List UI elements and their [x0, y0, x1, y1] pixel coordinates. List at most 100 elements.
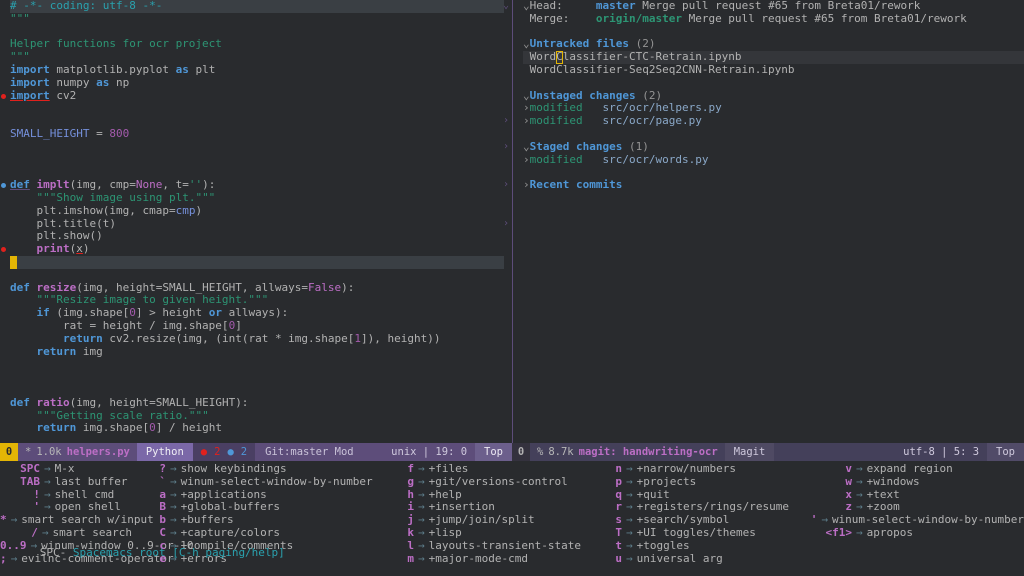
code-line[interactable] — [10, 102, 504, 115]
fringe-continuation-icon: › — [503, 115, 509, 128]
which-key-key: w — [810, 476, 852, 489]
which-key-key: ? — [132, 463, 166, 476]
which-key-description: universal arg — [637, 553, 723, 566]
which-key-entry[interactable]: u→universal arg — [598, 553, 810, 566]
flycheck-status[interactable]: ●2 ●2 — [193, 443, 255, 461]
which-key-arrow-icon: → — [622, 463, 637, 476]
which-key-arrow-icon: → — [414, 463, 429, 476]
which-key-description: layouts-transient-state — [429, 540, 581, 553]
which-key-footer: SPC- Spacemacs root [C-h paging/help] — [0, 535, 285, 573]
which-key-description: +toggles — [637, 540, 690, 553]
code-line[interactable] — [10, 141, 504, 154]
which-key-entry[interactable]: n→+narrow/numbers — [598, 463, 810, 476]
which-key-arrow-icon: → — [622, 476, 637, 489]
which-key-key: k — [390, 527, 414, 540]
code-line[interactable] — [10, 435, 504, 443]
which-key-entry[interactable]: TAB→last buffer — [0, 476, 132, 489]
code-line[interactable]: return img.shape[0] / height — [10, 422, 504, 435]
which-key-entry[interactable]: t→+toggles — [598, 540, 810, 553]
which-key-entry[interactable]: l→layouts-transient-state — [390, 540, 598, 553]
code-line[interactable]: print(x) — [10, 243, 504, 256]
version-control-status[interactable]: Git:master Mod — [255, 446, 364, 459]
which-key-key: SPC — [0, 463, 40, 476]
which-key-entry[interactable]: `→winum-select-window-by-number — [132, 476, 390, 489]
magit-item-row[interactable]: ›modified src/ocr/words.py — [523, 154, 1024, 167]
error-marker-icon — [1, 247, 6, 252]
buffer-size-right: 8.7k — [548, 446, 573, 459]
magit-item-row[interactable]: ›modified src/ocr/page.py — [523, 115, 1024, 128]
buffer-info-left[interactable]: * 1.0k helpers.py — [18, 443, 137, 461]
which-key-key: ` — [132, 476, 166, 489]
encoding-and-position-right: utf-8 | 5: 3 — [895, 446, 987, 459]
text-cursor — [10, 256, 17, 269]
which-key-entry[interactable]: SPC→M-x — [0, 463, 132, 476]
which-key-key: u — [598, 553, 622, 566]
which-key-entry[interactable]: f→+files — [390, 463, 598, 476]
major-mode-left[interactable]: Python — [137, 443, 193, 461]
buffer-name: helpers.py — [67, 446, 130, 459]
which-key-arrow-icon: → — [414, 527, 429, 540]
error-count-icon: ● — [201, 446, 207, 459]
mode-lines: 0 * 1.0k helpers.py Python ●2 ●2 Git:mas… — [0, 443, 1024, 461]
code-line[interactable] — [10, 154, 504, 167]
buffer-name-right: magit: handwriting-ocr — [579, 446, 718, 459]
which-key-entry[interactable]: g→+git/versions-control — [390, 476, 598, 489]
which-key-entry[interactable]: p→+projects — [598, 476, 810, 489]
buffer-readonly-marker: % — [537, 446, 543, 459]
which-key-key: * — [0, 514, 7, 527]
magit-buffer[interactable]: ⌄Head: master Merge pull request #65 fro… — [523, 0, 1024, 192]
error-marker-icon — [1, 94, 6, 99]
which-key-arrow-icon: → — [40, 476, 55, 489]
which-key-entry[interactable]: k→+lisp — [390, 527, 598, 540]
code-line[interactable]: SMALL_HEIGHT = 800 — [10, 128, 504, 141]
buffer-modified-marker: * — [25, 446, 31, 459]
which-key-key: <f1> — [810, 527, 852, 540]
major-mode-right[interactable]: Magit — [725, 443, 775, 461]
which-key-description: +files — [429, 463, 469, 476]
code-line[interactable] — [10, 256, 504, 269]
which-key-arrow-icon: → — [622, 540, 637, 553]
buffer-info-right[interactable]: % 8.7k magit: handwriting-ocr — [530, 443, 725, 461]
code-line[interactable]: return img — [10, 346, 504, 359]
which-key-entry[interactable]: m→+major-mode-cmd — [390, 553, 598, 566]
which-key-arrow-icon: → — [40, 463, 55, 476]
fringe-continuation-icon: › — [503, 218, 509, 231]
which-key-entry[interactable]: x→+text — [810, 489, 1024, 502]
window-number-badge-left[interactable]: 0 — [0, 443, 18, 461]
which-key-column: n→+narrow/numbersp→+projectsq→+quitr→+re… — [598, 463, 810, 565]
code-line[interactable]: import numpy as np — [10, 77, 504, 90]
code-line[interactable]: """ — [10, 13, 504, 26]
which-key-description: +lisp — [429, 527, 462, 540]
window-area: # -*- coding: utf-8 -*-""" Helper functi… — [0, 0, 1024, 443]
code-line[interactable] — [10, 358, 504, 371]
which-key-entry[interactable]: v→expand region — [810, 463, 1024, 476]
code-line[interactable] — [10, 371, 504, 384]
which-key-entry[interactable]: T→+UI toggles/themes — [598, 527, 810, 540]
buffer-size: 1.0k — [36, 446, 61, 459]
scroll-position-left: Top — [475, 443, 512, 461]
window-number-badge-right[interactable]: 0 — [512, 443, 530, 461]
code-line[interactable]: # -*- coding: utf-8 -*- — [10, 0, 504, 13]
which-key-arrow-icon: → — [622, 553, 637, 566]
which-key-entry[interactable]: ?→show keybindings — [132, 463, 390, 476]
which-key-arrow-icon: → — [852, 476, 867, 489]
magit-section-header-recent-commits[interactable]: ›Recent commits — [523, 179, 1024, 192]
magit-item-row[interactable]: WordClassifier-CTC-Retrain.ipynb — [523, 51, 1024, 64]
which-key-arrow-icon: → — [414, 540, 429, 553]
warning-count-icon: ● — [227, 446, 233, 459]
magit-item-row[interactable]: WordClassifier-Seq2Seq2CNN-Retrain.ipynb — [523, 64, 1024, 77]
code-window[interactable]: # -*- coding: utf-8 -*-""" Helper functi… — [0, 0, 512, 443]
code-buffer[interactable]: # -*- coding: utf-8 -*-""" Helper functi… — [10, 0, 504, 443]
which-key-entry[interactable]: w→+windows — [810, 476, 1024, 489]
which-key-description: +windows — [867, 476, 920, 489]
magit-merge-line[interactable]: Merge: origin/master Merge pull request … — [523, 13, 1024, 26]
code-line[interactable]: Helper functions for ocr project — [10, 38, 504, 51]
fringe-continuation-icon: ⌄ — [503, 0, 509, 13]
which-key-key: t — [598, 540, 622, 553]
which-key-prefix: SPC- — [40, 546, 67, 559]
code-line[interactable]: import cv2 — [10, 90, 504, 103]
which-key-entry[interactable]: <f1>→apropos — [810, 527, 1024, 540]
which-key-arrow-icon: → — [852, 527, 867, 540]
which-key-arrow-icon: → — [7, 514, 22, 527]
magit-window[interactable]: ⌄Head: master Merge pull request #65 fro… — [512, 0, 1024, 443]
